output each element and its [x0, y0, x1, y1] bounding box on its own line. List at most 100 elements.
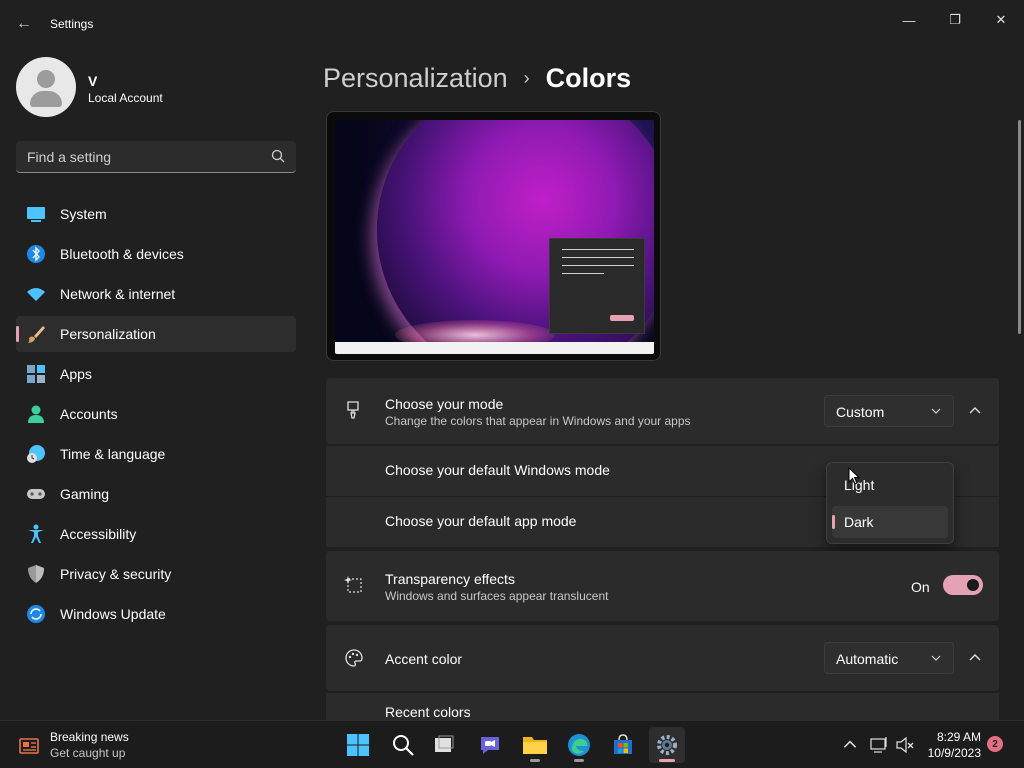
start-button[interactable] — [340, 727, 376, 763]
update-icon — [27, 605, 45, 623]
accent-title: Accent color — [385, 651, 463, 667]
chat-button[interactable] — [472, 727, 508, 763]
settings-button[interactable] — [649, 727, 685, 763]
avatar[interactable] — [16, 57, 76, 117]
file-explorer-icon — [523, 737, 547, 754]
mode-card[interactable]: Choose your mode Change the colors that … — [326, 378, 999, 444]
sidebar-item-label: Privacy & security — [60, 566, 172, 582]
notification-badge[interactable]: 2 — [987, 736, 1003, 752]
running-indicator — [530, 759, 540, 762]
avatar-body — [30, 91, 62, 107]
mouse-cursor-icon — [848, 467, 860, 485]
sidebar-item-label: System — [60, 206, 107, 222]
bluetooth-icon — [27, 245, 45, 263]
windows-mode-label: Choose your default Windows mode — [385, 462, 610, 478]
recent-colors-label: Recent colors — [385, 704, 471, 720]
transparency-toggle[interactable] — [943, 575, 983, 595]
close-button[interactable]: ✕ — [978, 4, 1024, 36]
news-subtitle[interactable]: Get caught up — [50, 746, 125, 760]
mode-title: Choose your mode — [385, 396, 504, 412]
search-input[interactable]: Find a setting — [16, 141, 296, 173]
clock-time[interactable]: 8:29 AM — [937, 730, 981, 744]
running-indicator — [574, 759, 584, 762]
sidebar-item-windows-update[interactable]: Windows Update — [16, 596, 296, 632]
task-view-icon — [435, 735, 454, 752]
edge-icon — [568, 734, 590, 756]
scrollbar[interactable] — [1018, 120, 1021, 334]
taskbar-search-button[interactable] — [385, 727, 421, 763]
preview-line — [562, 273, 604, 274]
app-mode-label: Choose your default app mode — [385, 513, 577, 529]
store-icon — [614, 734, 632, 754]
sidebar-item-label: Personalization — [60, 326, 156, 342]
sidebar-item-accessibility[interactable]: Accessibility — [16, 516, 296, 552]
chevron-down-icon — [931, 655, 941, 661]
minimize-icon: — — [902, 12, 916, 28]
sidebar-item-label: Windows Update — [60, 606, 166, 622]
sidebar-item-label: Time & language — [60, 446, 166, 462]
sidebar-item-system[interactable]: System — [16, 196, 296, 232]
option-dark[interactable]: Dark — [832, 506, 948, 538]
volume-muted-icon[interactable] — [895, 735, 915, 755]
brush-icon — [28, 326, 45, 343]
arrow-left-icon: ← — [16, 15, 32, 32]
maximize-button[interactable]: ❐ — [932, 4, 978, 36]
chevron-right-icon: › — [523, 67, 530, 88]
system-icon — [27, 207, 45, 222]
file-explorer-button[interactable] — [517, 727, 553, 763]
sidebar-item-time-language[interactable]: Time & language — [16, 436, 296, 472]
theme-preview — [326, 111, 661, 361]
shield-icon — [28, 565, 44, 583]
preview-window — [549, 238, 645, 334]
sidebar-item-network[interactable]: Network & internet — [16, 276, 296, 312]
accent-dropdown[interactable]: Automatic — [824, 642, 954, 674]
preview-line — [562, 265, 634, 266]
task-view-button[interactable] — [426, 727, 462, 763]
minimize-button[interactable]: — — [886, 4, 932, 36]
transparency-description: Windows and surfaces appear translucent — [385, 589, 609, 603]
accessibility-icon — [28, 524, 44, 543]
sidebar-item-bluetooth[interactable]: Bluetooth & devices — [16, 236, 296, 272]
sidebar-item-label: Accessibility — [60, 526, 137, 542]
chevron-up-icon[interactable] — [967, 650, 983, 666]
news-title[interactable]: Breaking news — [50, 730, 129, 744]
breadcrumb: Personalization › Colors — [323, 58, 631, 98]
preview-wallpaper — [335, 120, 654, 354]
wifi-icon — [27, 288, 45, 301]
sidebar-item-apps[interactable]: Apps — [16, 356, 296, 392]
sidebar-item-privacy[interactable]: Privacy & security — [16, 556, 296, 592]
chat-icon — [481, 737, 499, 754]
preview-accent-button — [610, 315, 634, 321]
taskbar: Breaking news Get caught up 8:29 AM 10/9… — [0, 720, 1024, 768]
transparency-card: Transparency effects Windows and surface… — [326, 551, 999, 621]
store-button[interactable] — [605, 727, 641, 763]
palette-icon — [345, 649, 363, 667]
mode-dropdown[interactable]: Custom — [824, 395, 954, 427]
sidebar-item-label: Bluetooth & devices — [60, 246, 184, 262]
accent-card[interactable]: Accent color Automatic — [326, 625, 999, 691]
network-icon[interactable] — [869, 735, 889, 755]
sidebar-item-gaming[interactable]: Gaming — [16, 476, 296, 512]
gamepad-icon — [27, 489, 45, 499]
person-icon — [28, 405, 44, 423]
back-button[interactable]: ← — [12, 12, 36, 36]
breadcrumb-parent[interactable]: Personalization — [323, 63, 508, 94]
accent-dropdown-value: Automatic — [836, 651, 899, 667]
chevron-up-icon[interactable] — [967, 403, 983, 419]
search-icon — [393, 735, 414, 756]
preview-taskbar — [335, 342, 654, 354]
mode-description: Change the colors that appear in Windows… — [385, 414, 691, 428]
apps-icon — [27, 365, 45, 383]
clock-date[interactable]: 10/9/2023 — [928, 746, 981, 760]
sidebar-item-personalization[interactable]: Personalization — [16, 316, 296, 352]
chevron-up-icon[interactable] — [841, 735, 859, 755]
toggle-knob — [967, 579, 979, 591]
transparency-icon — [344, 576, 362, 593]
edge-button[interactable] — [561, 727, 597, 763]
option-label: Dark — [844, 514, 874, 530]
user-account-type: Local Account — [88, 91, 163, 105]
preview-line — [562, 249, 634, 250]
restore-icon: ❐ — [949, 12, 961, 27]
sidebar-item-accounts[interactable]: Accounts — [16, 396, 296, 432]
news-icon[interactable] — [18, 733, 42, 757]
